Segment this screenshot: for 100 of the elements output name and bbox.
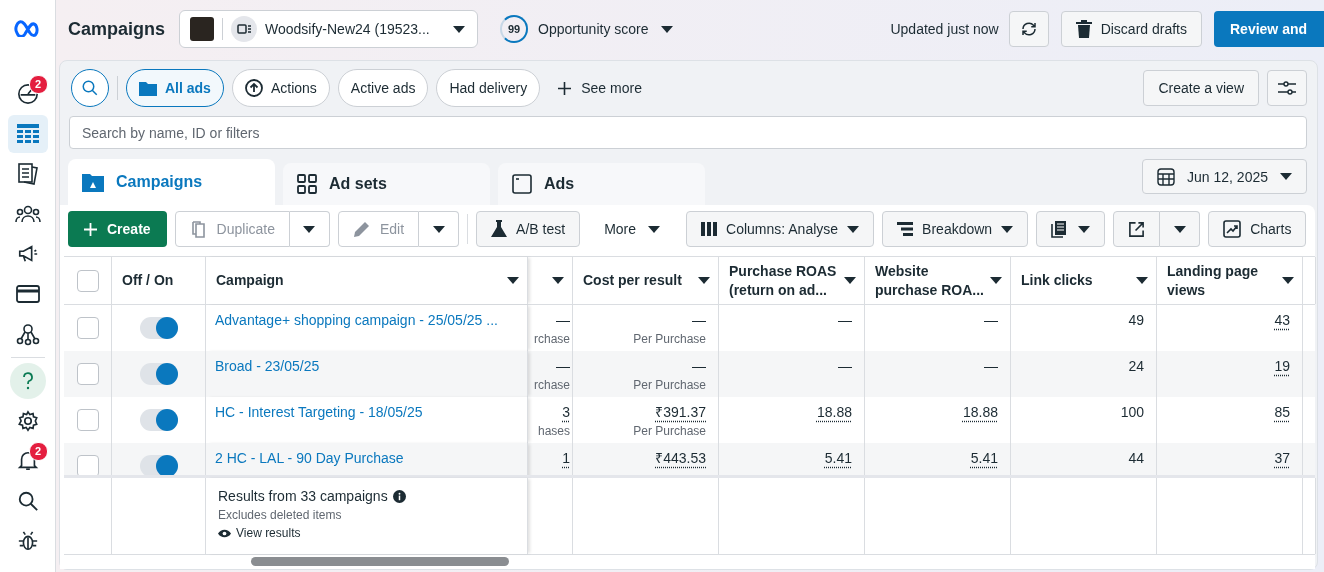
calendar-icon [1157, 167, 1176, 186]
tab[interactable]: Ads [498, 163, 705, 205]
table-cell: 24 [1128, 358, 1144, 376]
see-more-button[interactable]: See more [552, 79, 648, 97]
table-cell: 100 [1120, 404, 1144, 422]
notification-badge: 2 [28, 75, 48, 94]
table-cell: ₹391.37 [655, 404, 706, 422]
pages-icon [15, 162, 40, 186]
filter-chip[interactable]: Active ads [337, 69, 429, 107]
caret-icon [432, 225, 445, 233]
table-cell: — [838, 358, 852, 376]
up-arrow-circle-icon [244, 79, 263, 97]
caret-icon [847, 225, 860, 233]
discard-drafts-button[interactable]: Discard drafts [1060, 11, 1202, 47]
campaign-link[interactable]: HC - Interest Targeting - 18/05/25 [215, 404, 423, 421]
campaign-link[interactable]: Advantage+ shopping campaign - 25/05/25 ... [215, 312, 498, 329]
window-icon [512, 174, 532, 194]
ad-account-icon [231, 16, 258, 42]
sidebar-item[interactable]: 2 [7, 442, 48, 480]
row-checkbox[interactable] [76, 455, 99, 476]
search-button[interactable] [71, 69, 109, 107]
cell-caption: rchase [533, 332, 570, 347]
caret-icon [1282, 277, 1294, 285]
refresh-button[interactable] [1008, 11, 1049, 47]
more-button[interactable]: More [588, 221, 679, 237]
table-cell: 19 [1274, 358, 1290, 376]
table-cell: 3 [562, 404, 570, 422]
filter-chip[interactable]: Had delivery [436, 69, 541, 107]
tab[interactable]: Campaigns [68, 159, 275, 205]
table-cell: ₹443.53 [655, 450, 706, 468]
campaign-link[interactable]: 2 HC - LAL - 90 Day Purchase [215, 450, 404, 467]
toggle-switch[interactable] [139, 317, 178, 340]
toggle-switch[interactable] [139, 409, 178, 432]
duplicate-menu-button[interactable] [289, 211, 330, 247]
columns-button[interactable]: Columns: Analyse [686, 211, 875, 247]
table-cell: 37 [1274, 450, 1290, 468]
search-icon [81, 79, 99, 97]
table-cell: — [692, 358, 706, 376]
cell-caption: Per Purchase [633, 378, 706, 393]
create-view-button[interactable]: Create a view [1143, 70, 1259, 106]
people-icon [14, 204, 41, 224]
caret-icon [660, 25, 673, 33]
info-icon [392, 489, 406, 503]
row-checkbox[interactable] [76, 363, 99, 386]
caret-icon [303, 225, 316, 233]
export-button[interactable] [1113, 211, 1161, 247]
charts-button[interactable]: Charts [1208, 211, 1307, 247]
table-cell: 43 [1274, 312, 1290, 330]
create-button[interactable]: Create [68, 211, 167, 247]
table-cell: 5.41 [970, 450, 998, 468]
updated-status: Updated just now [890, 21, 999, 37]
filter-chip[interactable]: All ads [126, 69, 224, 107]
sidebar-item[interactable]: 2 [7, 75, 48, 113]
view-results-link[interactable]: View results [236, 526, 301, 541]
account-selector[interactable]: Woodsify-New24 (19523... [179, 10, 479, 48]
row-checkbox[interactable] [76, 409, 99, 432]
opportunity-score-button[interactable]: 99 Opportunity score [500, 15, 673, 43]
edit-menu-button[interactable] [419, 211, 460, 247]
caret-icon [1173, 225, 1186, 233]
table-cell: 5.41 [824, 450, 852, 468]
scrollbar-thumb[interactable] [251, 557, 509, 567]
select-all-checkbox[interactable] [76, 269, 99, 292]
trash-icon [1075, 20, 1092, 38]
caret-icon [1280, 173, 1292, 180]
caret-icon [552, 277, 564, 285]
caret-icon [1078, 225, 1091, 233]
cell-caption: Per Purchase [633, 332, 706, 347]
filter-settings-button[interactable] [1267, 70, 1307, 106]
cell-caption: Per Purchase [633, 424, 706, 439]
column-header: Campaign [216, 271, 285, 291]
megaphone-icon [16, 243, 39, 265]
filter-chip[interactable]: Actions [231, 69, 330, 107]
help-icon [9, 363, 46, 399]
search-field[interactable]: Search by name, ID or filters [69, 116, 1307, 149]
table-icon [15, 123, 40, 145]
meta-logo-icon [13, 19, 42, 37]
caret-icon [844, 277, 856, 285]
notification-badge: 2 [28, 442, 48, 461]
copy-icon [189, 220, 208, 238]
network-icon [15, 322, 40, 346]
reports-button[interactable] [1036, 211, 1106, 247]
cell-caption: rchase [533, 378, 570, 393]
date-picker[interactable]: Jun 12, 2025 [1142, 159, 1307, 194]
table-cell: — [984, 312, 998, 330]
toggle-switch[interactable] [139, 455, 178, 476]
toggle-switch[interactable] [139, 363, 178, 386]
results-summary: Results from 33 campaigns [218, 488, 388, 505]
export-menu-button[interactable] [1160, 211, 1201, 247]
grid-icon [297, 174, 317, 194]
search-icon [16, 490, 39, 512]
row-checkbox[interactable] [76, 317, 99, 340]
tab[interactable]: Ad sets [283, 163, 490, 205]
caret-icon [1001, 225, 1014, 233]
campaign-link[interactable]: Broad - 23/05/25 [215, 358, 320, 375]
account-logo [190, 17, 215, 41]
ab-test-button[interactable]: A/B test [476, 211, 581, 247]
table-cell: 18.88 [962, 404, 998, 422]
breakdown-button[interactable]: Breakdown [882, 211, 1029, 247]
bug-icon [16, 530, 39, 552]
review-button[interactable]: Review and [1214, 11, 1324, 47]
